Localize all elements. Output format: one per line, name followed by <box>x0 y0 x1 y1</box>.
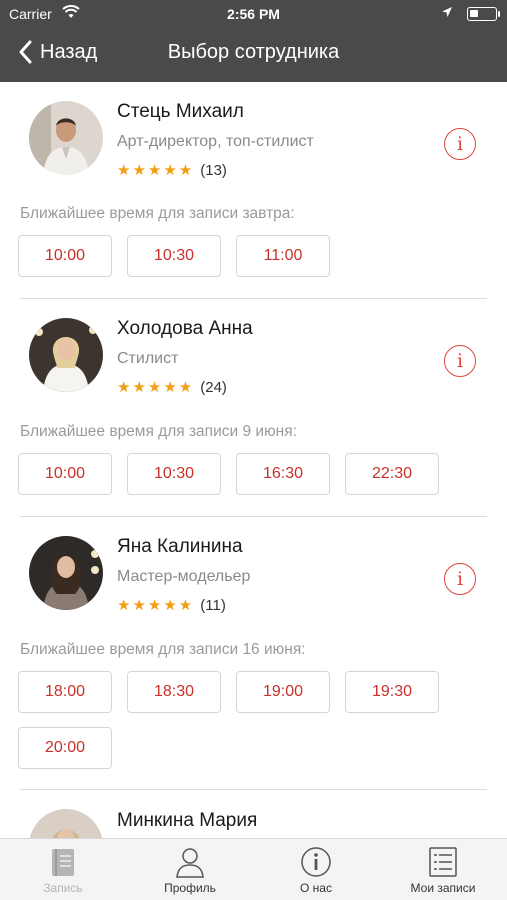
nearest-time-label: Ближайшее время для записи 16 июня: <box>20 641 306 658</box>
tab-label: О нас <box>300 881 332 895</box>
time-slot-button[interactable]: 10:30 <box>127 235 221 277</box>
avatar <box>29 318 103 392</box>
time-slot-button[interactable]: 19:00 <box>236 671 330 713</box>
employee-rating: ★★★★★ (13) <box>117 161 227 180</box>
time-slot-button[interactable]: 19:30 <box>345 671 439 713</box>
clock: 2:56 PM <box>227 6 280 22</box>
divider <box>20 298 487 299</box>
star-rating-icon: ★★★★★ <box>117 162 195 179</box>
tab-about[interactable]: О нас <box>253 839 379 900</box>
employee-name: Минкина Мария <box>117 810 258 831</box>
tab-label: Профиль <box>164 881 216 895</box>
employee-role: Арт-директор, топ-стилист <box>117 133 314 150</box>
time-slot-button[interactable]: 10:30 <box>127 453 221 495</box>
book-icon <box>52 849 74 876</box>
info-icon[interactable]: i <box>444 128 476 160</box>
employee-name: Яна Калинина <box>117 536 243 557</box>
time-slot-button[interactable]: 16:30 <box>236 453 330 495</box>
review-count: (24) <box>200 378 227 396</box>
time-slot-button[interactable]: 10:00 <box>18 235 112 277</box>
navigation-bar: Назад Выбор сотрудника <box>0 28 507 82</box>
time-slot-button[interactable]: 18:00 <box>18 671 112 713</box>
info-icon[interactable]: i <box>444 345 476 377</box>
avatar <box>29 809 103 838</box>
star-rating-icon: ★★★★★ <box>117 379 195 396</box>
divider <box>20 516 487 517</box>
employee-rating: ★★★★★ (24) <box>117 378 227 397</box>
tab-bar: Запись Профиль О нас Мои записи <box>0 838 507 900</box>
time-slot-button[interactable]: 18:30 <box>127 671 221 713</box>
nearest-time-label: Ближайшее время для записи завтра: <box>20 205 295 222</box>
star-rating-icon: ★★★★★ <box>117 597 195 614</box>
review-count: (13) <box>200 161 227 179</box>
tab-profile[interactable]: Профиль <box>127 839 253 900</box>
time-slot-button[interactable]: 11:00 <box>236 235 330 277</box>
divider <box>20 789 487 790</box>
employee-name: Холодова Анна <box>117 318 253 339</box>
tab-label: Мои записи <box>410 881 476 895</box>
nearest-time-label: Ближайшее время для записи 9 июня: <box>20 423 297 440</box>
tab-my-bookings[interactable]: Мои записи <box>380 839 506 900</box>
location-arrow-icon <box>442 7 452 17</box>
time-slot-button[interactable]: 22:30 <box>345 453 439 495</box>
person-icon <box>176 848 204 878</box>
time-slot-button[interactable]: 20:00 <box>18 727 112 769</box>
avatar <box>29 101 103 175</box>
time-slot-button[interactable]: 10:00 <box>18 453 112 495</box>
tab-booking[interactable]: Запись <box>0 839 126 900</box>
info-icon <box>301 847 331 877</box>
avatar <box>29 536 103 610</box>
review-count: (11) <box>200 596 226 614</box>
info-icon[interactable]: i <box>444 563 476 595</box>
page-title: Выбор сотрудника <box>167 41 340 63</box>
list-icon <box>429 847 457 877</box>
employee-name: Стець Михаил <box>117 101 244 122</box>
employee-role: Стилист <box>117 350 179 367</box>
top-bar: Carrier 2:56 PM Назад Выбор сотрудника <box>0 0 507 82</box>
employee-rating: ★★★★★ (11) <box>117 596 226 615</box>
status-bar: Carrier 2:56 PM <box>0 0 507 28</box>
employee-role: Мастер-модельер <box>117 568 251 585</box>
battery-icon <box>467 7 500 21</box>
tab-label: Запись <box>43 881 83 895</box>
employee-list[interactable]: Стець Михаил Арт-директор, топ-стилист ★… <box>0 82 507 838</box>
